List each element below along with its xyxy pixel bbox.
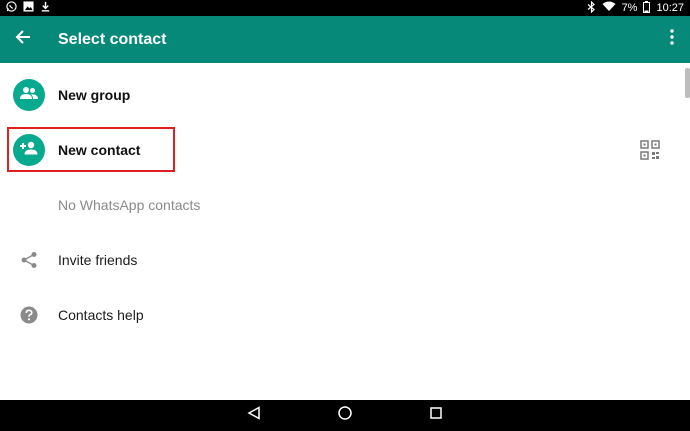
navigation-bar [0, 400, 690, 431]
help-icon [19, 305, 39, 325]
empty-contacts-row: No WhatsApp contacts [0, 178, 680, 232]
scrollbar[interactable] [685, 68, 690, 98]
qr-code-button[interactable] [640, 140, 662, 162]
app-bar: Select contact [0, 16, 690, 63]
more-options-button[interactable] [662, 16, 682, 63]
group-icon [19, 86, 39, 105]
invite-friends-label: Invite friends [58, 252, 138, 268]
nav-recents-button[interactable] [426, 405, 446, 425]
list-item-new-group[interactable]: New group [0, 68, 680, 122]
contacts-help-label: Contacts help [58, 307, 144, 323]
no-contacts-text: No WhatsApp contacts [58, 197, 201, 213]
home-circle-icon [338, 405, 352, 425]
status-left [6, 1, 51, 15]
clock: 10:27 [656, 2, 684, 14]
bluetooth-icon [587, 0, 596, 16]
more-options-icon [670, 29, 674, 50]
page-title: Select contact [58, 30, 167, 48]
back-arrow-icon [15, 29, 31, 50]
wifi-icon [602, 1, 616, 15]
screen: 7% 10:27 Select contact New group New co… [0, 0, 690, 431]
battery-percent: 7% [621, 2, 638, 14]
back-triangle-icon [247, 405, 261, 425]
group-avatar [13, 79, 45, 111]
list-item-contacts-help[interactable]: Contacts help [0, 288, 680, 342]
battery-icon [643, 0, 651, 16]
qr-code-icon [640, 140, 660, 164]
new-group-label: New group [58, 87, 131, 103]
recents-square-icon [430, 406, 442, 424]
status-bar: 7% 10:27 [0, 0, 690, 16]
nav-back-button[interactable] [244, 405, 264, 425]
download-icon [40, 1, 51, 15]
share-icon [19, 250, 39, 270]
nav-home-button[interactable] [335, 405, 355, 425]
status-right: 7% 10:27 [587, 0, 684, 16]
whatsapp-icon [6, 1, 17, 15]
image-icon [23, 1, 34, 15]
highlight-box [7, 127, 175, 172]
back-button[interactable] [0, 16, 46, 63]
list-item-invite-friends[interactable]: Invite friends [0, 233, 680, 287]
